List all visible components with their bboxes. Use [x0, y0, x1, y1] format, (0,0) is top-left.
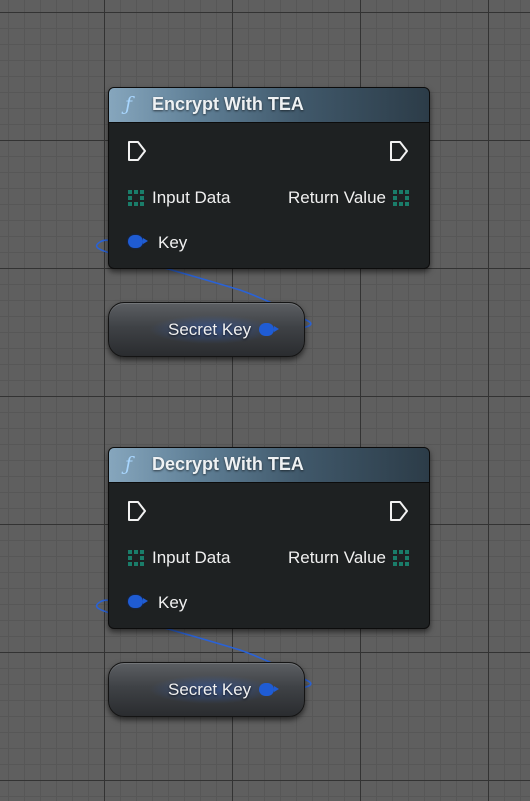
function-icon: ƒ — [125, 93, 133, 115]
variable-label: Secret Key — [168, 680, 252, 699]
byte-array-pin-icon[interactable] — [393, 550, 409, 566]
variable-label: Secret Key — [168, 320, 252, 339]
input-data-label: Input Data — [152, 188, 231, 207]
key-pin-icon[interactable] — [128, 595, 148, 608]
function-icon: ƒ — [125, 453, 133, 475]
byte-array-pin-icon[interactable] — [128, 190, 144, 206]
secret-key-variable-node[interactable]: Secret Key — [108, 662, 305, 717]
node-header[interactable]: ƒ Encrypt With TEA — [109, 88, 429, 123]
exec-input-pin-icon[interactable] — [127, 500, 147, 522]
byte-array-pin-icon[interactable] — [128, 550, 144, 566]
exec-output-pin-icon[interactable] — [389, 140, 409, 162]
key-label: Key — [158, 233, 188, 252]
byte-array-pin-icon[interactable] — [393, 190, 409, 206]
variable-output-pin-icon[interactable] — [259, 683, 279, 696]
node-title: Decrypt With TEA — [152, 454, 304, 474]
return-value-label: Return Value — [288, 188, 386, 207]
encrypt-with-tea-node[interactable]: ƒ Encrypt With TEA Input Data Return Val… — [108, 87, 430, 269]
exec-input-pin-icon[interactable] — [127, 140, 147, 162]
key-label: Key — [158, 593, 188, 612]
input-data-label: Input Data — [152, 548, 231, 567]
key-pin-icon[interactable] — [128, 235, 148, 248]
return-value-label: Return Value — [288, 548, 386, 567]
node-header[interactable]: ƒ Decrypt With TEA — [109, 448, 429, 483]
secret-key-variable-node[interactable]: Secret Key — [108, 302, 305, 357]
variable-output-pin-icon[interactable] — [259, 323, 279, 336]
decrypt-with-tea-node[interactable]: ƒ Decrypt With TEA Input Data Return Val… — [108, 447, 430, 629]
exec-output-pin-icon[interactable] — [389, 500, 409, 522]
node-title: Encrypt With TEA — [152, 94, 304, 114]
